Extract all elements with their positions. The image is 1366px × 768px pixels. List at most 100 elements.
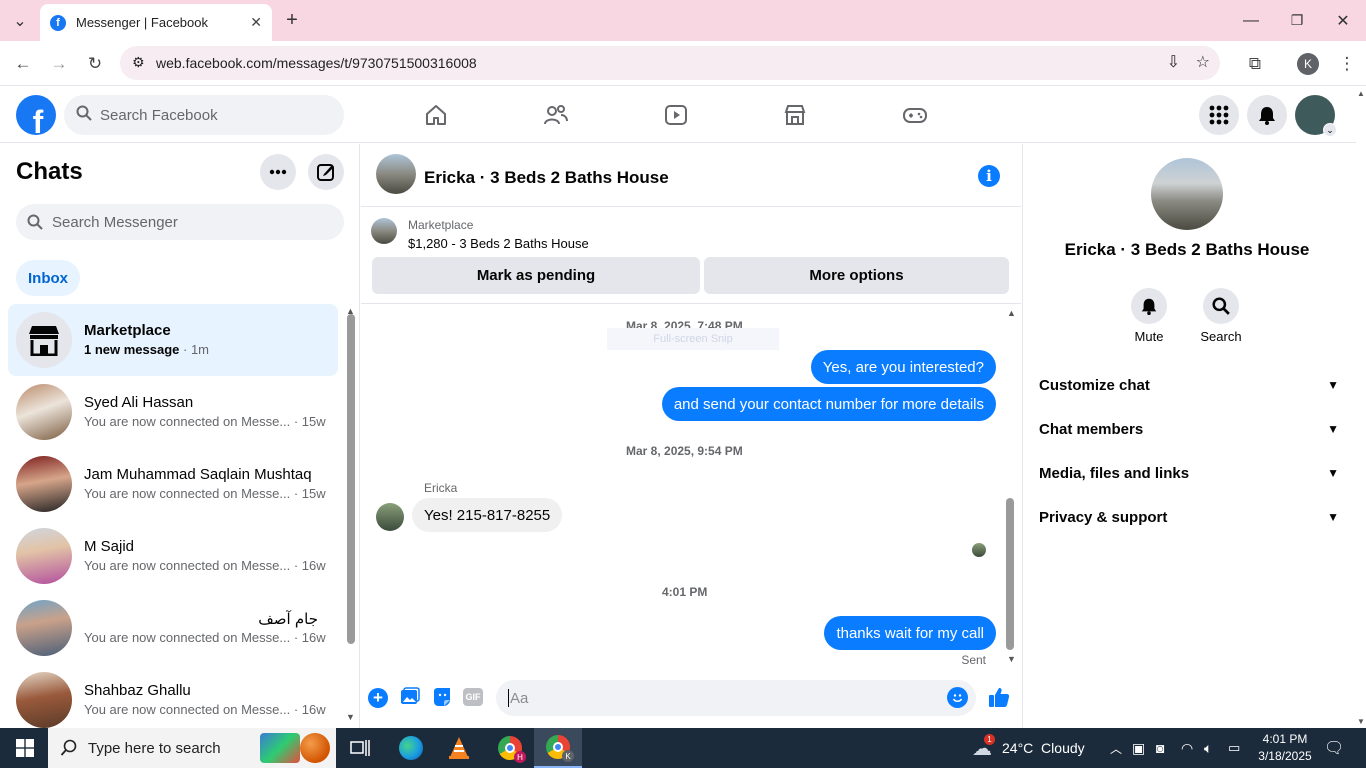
photo-icon[interactable] [400,687,420,712]
chat-list-scrollbar[interactable] [347,314,355,644]
bookmark-star-icon[interactable]: ☆ [1196,52,1210,72]
listing-thumbnail[interactable] [371,218,397,244]
messenger-search-input[interactable]: Search Messenger [16,204,344,240]
message-bubble-sent[interactable]: and send your contact number for more de… [661,387,996,421]
chats-options-icon[interactable] [260,154,296,190]
customize-chat-section[interactable]: Customize chat ▼ [1039,373,1339,397]
emoji-icon[interactable] [947,687,968,708]
facebook-search-placeholder: Search Facebook [100,106,218,124]
minimize-icon[interactable]: — [1236,0,1266,41]
conversation-avatar[interactable] [376,154,416,194]
taskbar-clock[interactable]: 4:01 PM 3/18/2025 [1254,731,1316,765]
browser-tab[interactable]: f Messenger | Facebook ✕ [40,4,272,41]
profile-avatar[interactable]: K [1293,41,1323,86]
site-info-icon[interactable]: ⚙ [132,54,145,71]
scroll-down-arrow-icon[interactable]: ▼ [346,712,355,722]
notifications-bell-icon[interactable] [1247,95,1287,135]
search-icon [60,739,78,761]
extensions-icon[interactable]: ⧉ [1240,41,1270,86]
scroll-up-arrow-icon[interactable]: ▲ [1357,89,1365,98]
message-input[interactable]: Aa [496,680,976,716]
show-hidden-icons-chevron-icon[interactable]: ︿ [1110,728,1122,768]
vlc-icon[interactable] [446,728,472,768]
like-thumbs-up-icon[interactable] [988,686,1010,713]
messages-scrollbar[interactable] [1006,498,1014,650]
chat-item-syed-ali-hassan[interactable]: Syed Ali Hassan You are now connected on… [8,376,338,448]
media-files-links-section[interactable]: Media, files and links ▼ [1039,461,1339,485]
restore-icon[interactable]: ❐ [1282,0,1312,41]
chrome-profile-h-icon[interactable]: H [496,728,526,768]
window-close-icon[interactable]: ✕ [1328,0,1358,41]
search-icon [27,214,43,234]
chrome-profile-k-icon[interactable]: K [534,728,582,768]
chat-name: Shahbaz Ghallu [84,682,191,699]
basketball-icon[interactable] [300,733,330,763]
meet-now-icon[interactable]: ▣ [1132,728,1145,768]
scroll-down-arrow-icon[interactable]: ▼ [1007,654,1016,664]
back-icon[interactable]: ← [8,41,38,86]
listing-title[interactable]: $1,280 - 3 Beds 2 Baths House [408,236,589,251]
chat-item-jam-muhammad-saqlain-mushtaq[interactable]: Jam Muhammad Saqlain Mushtaq You are now… [8,448,338,520]
new-message-icon[interactable] [308,154,344,190]
chats-sidebar: Chats Search Messenger Inbox Marketplace… [0,144,360,728]
sticker-icon[interactable] [432,687,452,712]
gif-icon[interactable]: GIF [463,688,483,706]
privacy-support-section[interactable]: Privacy & support ▼ [1039,505,1339,529]
camera-icon[interactable]: ◙ [1156,728,1164,768]
message-bubble-sent[interactable]: Yes, are you interested? [810,350,996,384]
page-scrollbar[interactable]: ▲ ▼ [1356,87,1366,728]
message-bubble-received[interactable]: Yes! 215-817-8255 [412,498,563,532]
chat-preview: You are now connected on Messe... · 16w [84,630,326,645]
account-avatar[interactable]: ⌄ [1295,95,1337,137]
home-icon[interactable] [420,99,452,131]
sender-avatar[interactable] [376,503,404,531]
friends-icon[interactable] [540,99,572,131]
more-actions-plus-icon[interactable]: + [368,688,388,708]
tab-close-icon[interactable]: ✕ [250,14,262,31]
mark-as-pending-button[interactable]: Mark as pending [372,257,700,294]
chat-preview: You are now connected on Messe... · 16w [84,558,326,573]
chat-item-shahbaz-ghallu[interactable]: Shahbaz Ghallu You are now connected on … [8,664,338,736]
facebook-logo-icon[interactable]: f [16,95,56,135]
facebook-search-input[interactable]: Search Facebook [64,95,344,135]
conversation-header: Ericka · 3 Beds 2 Baths House i [361,144,1021,207]
taskbar-search-input[interactable]: Type here to search [48,728,336,768]
search-highlight-icon[interactable] [260,733,300,763]
new-tab-icon[interactable]: + [280,0,304,41]
chat-members-section[interactable]: Chat members ▼ [1039,417,1339,441]
notifications-center-icon[interactable]: 🗨︎ [1324,728,1344,768]
search-conversation-icon[interactable] [1203,288,1239,324]
mute-bell-icon[interactable] [1131,288,1167,324]
scroll-up-arrow-icon[interactable]: ▲ [1007,308,1016,318]
inbox-tab[interactable]: Inbox [16,260,80,296]
browser-menu-icon[interactable]: ⋮ [1332,41,1362,86]
tab-search-chevron-icon[interactable]: ⌄ [6,0,34,41]
chat-item-marketplace[interactable]: Marketplace 1 new message · 1m [8,304,338,376]
battery-icon[interactable]: ▭ [1228,728,1240,768]
chat-item-jam-asif[interactable]: جام آصف You are now connected on Messe..… [8,592,338,664]
more-options-button[interactable]: More options [704,257,1009,294]
chat-name: Marketplace [84,322,171,339]
gaming-icon[interactable] [899,99,931,131]
chat-item-m-sajid[interactable]: M Sajid You are now connected on Messe..… [8,520,338,592]
task-view-icon[interactable] [348,728,372,768]
reload-icon[interactable]: ↻ [80,41,110,86]
details-avatar[interactable] [1151,158,1223,230]
marketplace-icon[interactable] [779,99,811,131]
conversation-title[interactable]: Ericka · 3 Beds 2 Baths House [424,168,669,188]
forward-icon[interactable]: → [44,41,74,86]
details-name: Ericka · 3 Beds 2 Baths House [1064,240,1310,259]
marketplace-listing-banner: Marketplace $1,280 - 3 Beds 2 Baths Hous… [361,208,1021,304]
message-bubble-sent[interactable]: thanks wait for my call [824,616,996,650]
volume-icon[interactable]: 🔈︎ [1204,728,1212,768]
info-icon[interactable]: i [978,165,1000,187]
scroll-down-arrow-icon[interactable]: ▼ [1357,717,1365,726]
menu-grid-icon[interactable] [1199,95,1239,135]
wifi-icon[interactable]: ◠ [1181,728,1193,768]
install-app-icon[interactable]: ⇩ [1167,52,1180,72]
weather-widget[interactable]: ☁ 1 24°C Cloudy [972,728,1085,768]
edge-browser-icon[interactable] [398,728,424,768]
windows-start-icon[interactable] [10,728,40,768]
address-bar[interactable]: ⚙ web.facebook.com/messages/t/9730751500… [120,46,1220,80]
video-icon[interactable] [660,99,692,131]
